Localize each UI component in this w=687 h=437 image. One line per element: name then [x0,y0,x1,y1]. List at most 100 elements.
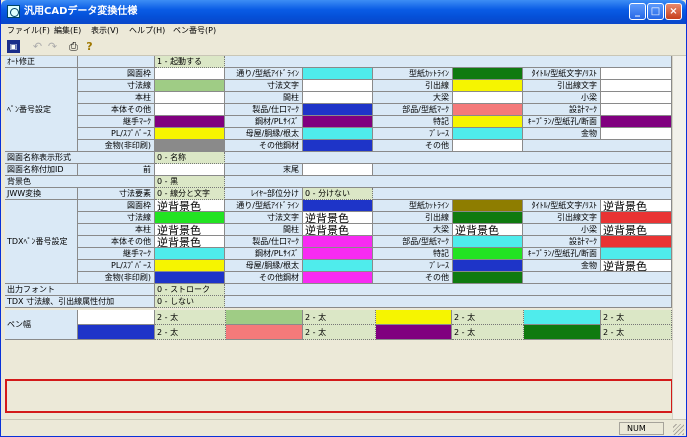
tdx-color-swatch[interactable] [303,260,373,272]
pen-width-value[interactable]: 2 - 太 [155,325,226,340]
pen-color-swatch[interactable] [601,92,672,104]
vertical-scrollbar[interactable] [672,56,686,419]
pen-color-swatch[interactable] [155,140,225,152]
tdx-color-swatch[interactable] [453,212,523,224]
pen-width-value[interactable]: 2 - 太 [601,310,672,325]
pen-width-value[interactable]: 2 - 太 [303,325,376,340]
pen-color-swatch[interactable] [155,68,225,80]
pen-width-color[interactable] [226,310,303,325]
print-icon[interactable]: ⎙ [67,40,80,53]
title-bar[interactable]: 汎用CADデータ変換仕様 _ □ × [1,0,686,24]
label-pen-width: ペン幅 [5,310,78,340]
tdx-color-swatch[interactable] [453,248,523,260]
app-icon[interactable] [7,5,20,18]
pen-color-swatch[interactable] [453,140,523,152]
pen-color-swatch[interactable] [601,116,672,128]
value-layer[interactable]: 0 - 分けない [303,188,373,200]
tdx-reverse-bg-value[interactable]: 逆背景色 [601,260,672,272]
pen-color-swatch[interactable] [303,116,373,128]
tdx-reverse-bg-value[interactable]: 逆背景色 [155,236,225,248]
pen-color-swatch[interactable] [155,104,225,116]
pen-color-swatch[interactable] [303,68,373,80]
pen-width-color[interactable] [524,310,601,325]
tdx-color-swatch[interactable] [601,236,672,248]
pen-width-value[interactable]: 2 - 太 [601,325,672,340]
menu-file[interactable]: ファイル(F) [7,25,50,37]
pen-color-swatch[interactable] [601,68,672,80]
pen-width-value[interactable]: 2 - 太 [452,310,524,325]
pen-color-swatch[interactable] [453,80,523,92]
menu-pen-number[interactable]: ペン番号(P) [173,25,216,37]
value-dim-element[interactable]: 0 - 線分と文字 [155,188,225,200]
menu-edit[interactable]: 編集(E) [54,25,81,37]
tdx-color-swatch[interactable] [155,260,225,272]
pen-width-color[interactable] [376,310,452,325]
pen-color-swatch[interactable] [601,128,672,140]
pen-width-value[interactable]: 2 - 太 [452,325,524,340]
pen-color-swatch[interactable] [601,80,672,92]
tdx-reverse-bg-value[interactable]: 逆背景色 [601,200,672,212]
pen-color-swatch[interactable] [453,128,523,140]
tdx-color-swatch[interactable] [453,260,523,272]
save-icon[interactable]: ▣ [7,40,20,53]
pen-color-swatch[interactable] [453,116,523,128]
pen-width-color[interactable] [376,325,452,340]
pen-color-swatch[interactable] [303,104,373,116]
tdx-color-swatch[interactable] [453,200,523,212]
pen-color-swatch[interactable] [303,80,373,92]
pen-color-swatch[interactable] [155,92,225,104]
tdx-color-swatch[interactable] [155,272,225,284]
tdx-color-swatch[interactable] [601,212,672,224]
pen-width-color[interactable] [78,310,155,325]
pen-color-swatch[interactable] [453,104,523,116]
pen-color-swatch[interactable] [303,140,373,152]
tdx-color-swatch[interactable] [303,248,373,260]
pen-width-value[interactable]: 2 - 太 [303,310,376,325]
input-back[interactable] [303,164,373,176]
pen-width-color[interactable] [78,325,155,340]
pen-width-value[interactable]: 2 - 太 [155,310,226,325]
minimize-button[interactable]: _ [629,3,646,20]
value-background[interactable]: 0 - 黒 [155,176,225,188]
value-output-font[interactable]: 0 - ストローク [155,284,225,296]
pen-color-swatch[interactable] [303,128,373,140]
pen-width-color[interactable] [226,325,303,340]
pen-color-swatch[interactable] [601,104,672,116]
tdx-reverse-bg-value[interactable]: 逆背景色 [303,212,373,224]
tdx-reverse-bg-value[interactable]: 逆背景色 [453,224,523,236]
tdx-reverse-bg-value[interactable]: 逆背景色 [155,224,225,236]
tdx-color-swatch[interactable] [155,212,225,224]
tdx-color-swatch[interactable] [453,236,523,248]
tdx-color-swatch[interactable] [453,272,523,284]
menu-help[interactable]: ヘルプ(H) [129,25,165,37]
pen-color-swatch[interactable] [155,116,225,128]
menu-view[interactable]: 表示(V) [91,25,119,37]
window-title: 汎用CADデータ変換仕様 [24,6,138,17]
help-icon[interactable]: ? [83,40,96,53]
tdx-pen-label: 型紙ｶｯﾄﾗｲﾝ [373,200,453,212]
pen-color-swatch[interactable] [303,92,373,104]
undo-icon[interactable]: ↶ [31,40,44,53]
tdx-reverse-bg-value[interactable]: 逆背景色 [601,224,672,236]
pen-color-swatch[interactable] [453,68,523,80]
tdx-reverse-bg-value[interactable]: 逆背景色 [303,224,373,236]
input-front[interactable] [155,164,225,176]
pen-color-swatch[interactable] [155,128,225,140]
tdx-color-swatch[interactable] [303,236,373,248]
pen-color-swatch[interactable] [155,80,225,92]
value-tdx-dim[interactable]: 0 - しない [155,296,225,308]
value-autofix[interactable]: 1 - 起動する [155,56,225,68]
value-name-format[interactable]: 0 - 名称 [155,152,225,164]
tdx-color-swatch[interactable] [155,248,225,260]
tdx-color-swatch[interactable] [601,248,672,260]
maximize-button[interactable]: □ [647,3,664,20]
redo-icon[interactable]: ↷ [46,40,59,53]
close-button[interactable]: × [665,3,682,20]
pen-width-color[interactable] [524,325,601,340]
tdx-reverse-bg-value[interactable]: 逆背景色 [155,200,225,212]
tdx-color-swatch[interactable] [303,272,373,284]
tdx-pen-label: 特記 [373,248,453,260]
tdx-color-swatch[interactable] [303,200,373,212]
resize-grip-icon[interactable] [673,424,684,435]
pen-color-swatch[interactable] [453,92,523,104]
